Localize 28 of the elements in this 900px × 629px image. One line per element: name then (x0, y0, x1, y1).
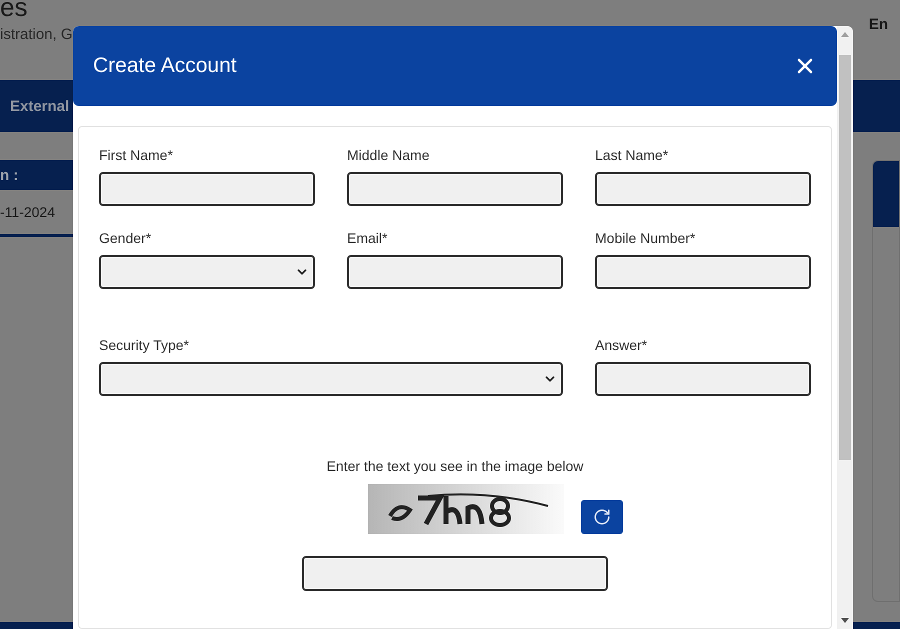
captcha-prompt: Enter the text you see in the image below (326, 458, 584, 474)
page-title: es (0, 0, 28, 22)
dialog-title: Create Account (93, 54, 237, 78)
refresh-button[interactable] (580, 500, 622, 534)
field-label: Last Name* (595, 147, 670, 163)
field-label: Answer* (595, 337, 648, 353)
select-field[interactable] (99, 362, 563, 396)
input-field[interactable] (595, 255, 811, 289)
language-selector[interactable]: En (868, 16, 888, 80)
field-label: Middle Name (347, 147, 430, 163)
scrollbar[interactable] (837, 26, 853, 629)
field-label: Gender* (99, 230, 152, 246)
input-field[interactable] (347, 255, 563, 289)
refresh-icon (592, 508, 610, 526)
page-subtitle: istration, G (0, 26, 73, 43)
field-label: Email* (347, 230, 388, 246)
input-field[interactable] (347, 172, 563, 206)
field-label: Mobile Number* (595, 230, 696, 246)
nav-item[interactable]: External (10, 98, 70, 114)
captcha-input[interactable] (302, 556, 608, 591)
input-field[interactable] (595, 172, 811, 206)
input-field[interactable] (595, 362, 811, 396)
side-card-header (873, 161, 899, 227)
input-field[interactable] (99, 172, 315, 206)
field-label: First Name* (99, 147, 174, 163)
select-field[interactable] (99, 255, 315, 289)
panel-label: n : (0, 166, 18, 184)
field-label: Security Type* (99, 337, 190, 353)
